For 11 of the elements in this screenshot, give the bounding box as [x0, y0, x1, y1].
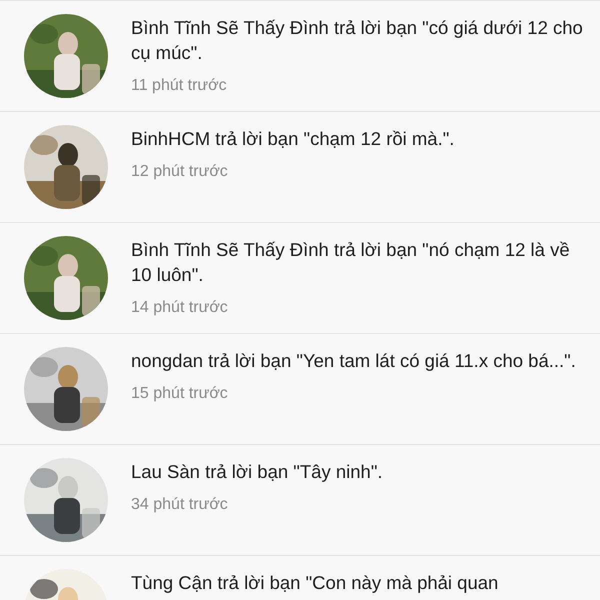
notification-time: 12 phút trước [131, 163, 229, 181]
notification-time: 14 phút trước [131, 299, 229, 317]
notification-time: 15 phút trước [131, 385, 229, 403]
notification-message[interactable]: BinhHCM trả lời bạn "chạm 12 rồi mà.". [131, 126, 586, 151]
notification-message[interactable]: Bình Tĩnh Sẽ Thấy Đình trả lời bạn "nó chạm 12 là về 10 luôn". [131, 237, 586, 287]
notification-time: 11 phút trước [131, 77, 228, 95]
notification-message[interactable]: Bình Tĩnh Sẽ Thấy Đình trả lời bạn "có giá dưới 12 cho cụ múc". [131, 15, 586, 65]
notification-time: 34 phút trước [131, 496, 229, 514]
notification-message[interactable]: Tùng Cận trả lời bạn "Con này mà phải quan [131, 570, 586, 595]
notification-message[interactable]: Lau Sàn trả lời bạn "Tây ninh". [131, 459, 586, 484]
notification-message[interactable]: nongdan trả lời bạn "Yen tam lát có giá 11.x cho bá...". [131, 348, 586, 373]
